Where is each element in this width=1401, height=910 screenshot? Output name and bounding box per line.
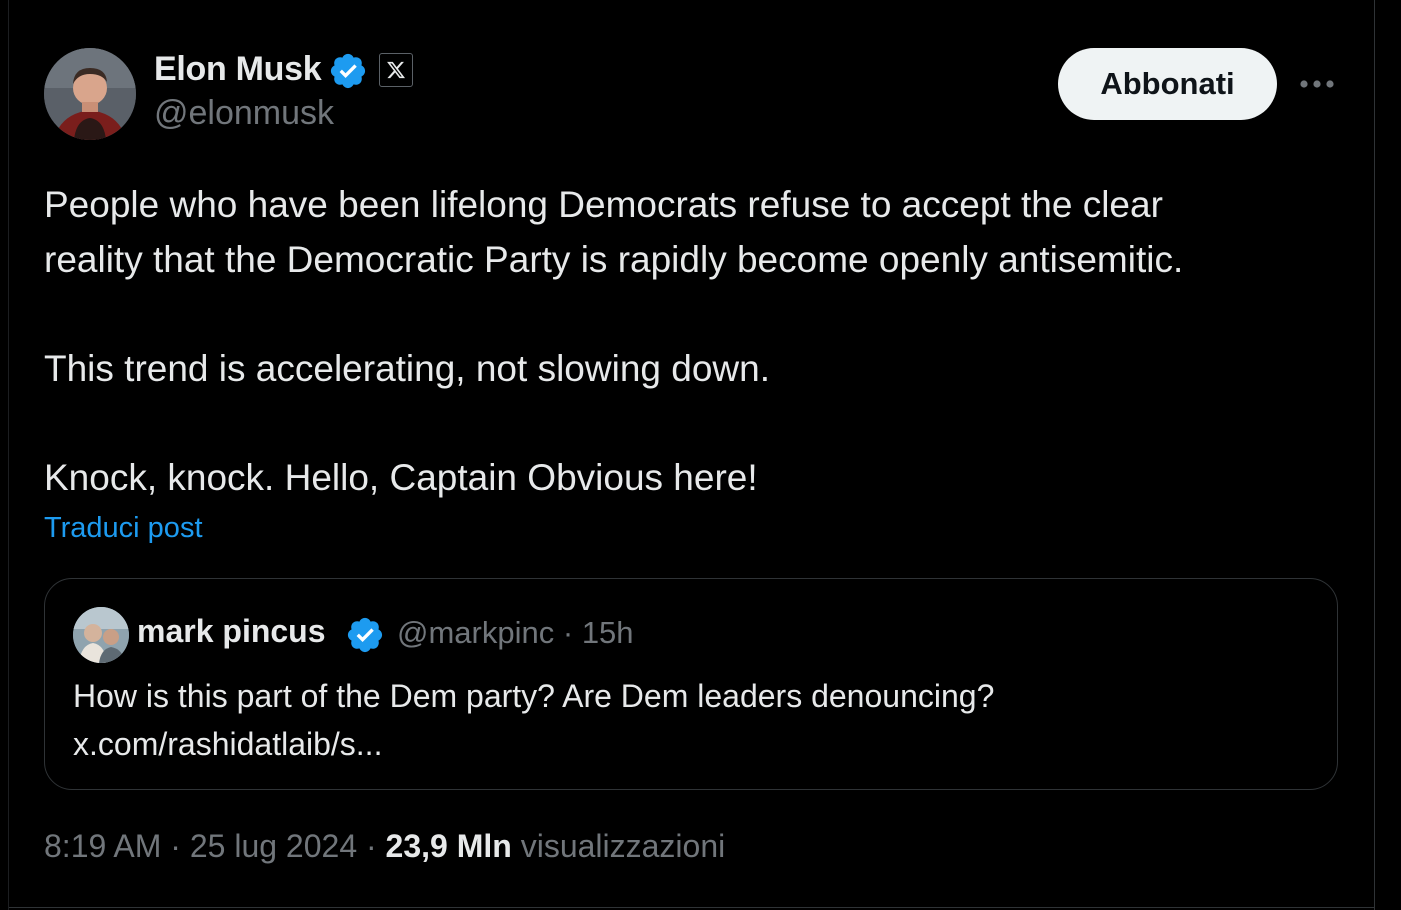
author-handle[interactable]: @elonmusk: [154, 94, 334, 133]
quoted-text-line: x.com/rashidatlaib/s...: [73, 726, 383, 762]
views-count: 23,9 Mln: [385, 828, 512, 864]
post-text-line: This trend is accelerating, not slowing …: [44, 347, 770, 389]
post-time[interactable]: 8:19 AM: [44, 828, 161, 864]
translate-post-link[interactable]: Traduci post: [44, 512, 203, 545]
author-name[interactable]: Elon Musk: [154, 50, 322, 89]
views-label: visualizzazioni: [520, 828, 726, 864]
subscribe-button[interactable]: Abbonati: [1058, 48, 1277, 120]
quoted-author-avatar[interactable]: [73, 607, 129, 663]
avatar-photo: [73, 607, 129, 663]
quoted-text-line: How is this part of the Dem party? Are D…: [73, 678, 995, 714]
post-text: People who have been lifelong Democrats …: [44, 178, 1334, 505]
quoted-post-time[interactable]: 15h: [582, 615, 634, 650]
quoted-author-meta: @markpinc · 15h: [397, 615, 634, 651]
quoted-post-card[interactable]: mark pincus @markpinc · 15h How is this …: [44, 578, 1338, 790]
avatar-photo: [44, 48, 136, 140]
meta-separator: ·: [562, 615, 574, 650]
post-meta: 8:19 AM · 25 lug 2024 · 23,9 Mln visuali…: [44, 828, 725, 865]
quoted-author-handle[interactable]: @markpinc: [397, 615, 554, 650]
post-bottom-divider: [9, 907, 1374, 908]
meta-separator: ·: [366, 828, 377, 864]
verified-badge-icon[interactable]: [328, 51, 368, 91]
post-text-line: People who have been lifelong Democrats …: [44, 184, 1163, 225]
x-logo-icon: [387, 61, 406, 79]
verified-badge-icon: [347, 617, 383, 653]
column-divider-left: [8, 0, 9, 910]
author-avatar[interactable]: [44, 48, 136, 140]
x-affiliate-badge[interactable]: [379, 53, 413, 87]
more-options-button[interactable]: [1296, 64, 1338, 104]
post-date[interactable]: 25 lug 2024: [190, 828, 357, 864]
more-options-icon: [1300, 80, 1334, 88]
column-divider-right: [1374, 0, 1375, 910]
meta-separator: ·: [170, 828, 181, 864]
quoted-post-text: How is this part of the Dem party? Are D…: [73, 672, 1303, 768]
post-text-line: Knock, knock. Hello, Captain Obvious her…: [44, 456, 758, 498]
post-detail-view: Elon Musk @elonmusk Abbonati People who …: [0, 0, 1401, 910]
post-text-line: reality that the Democratic Party is rap…: [44, 238, 1184, 280]
quoted-author-name[interactable]: mark pincus: [137, 613, 326, 650]
